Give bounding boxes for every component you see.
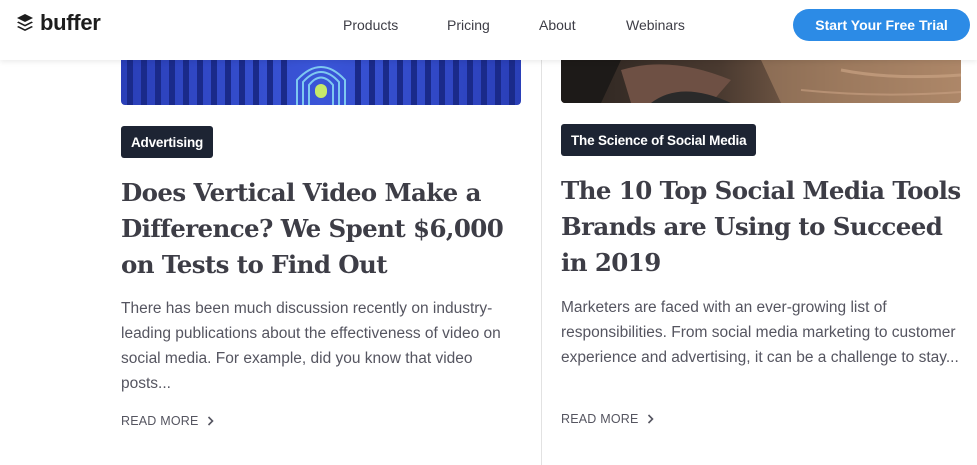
buffer-stack-icon xyxy=(17,14,33,31)
article-2-excerpt: Marketers are faced with an ever-growing… xyxy=(561,299,959,366)
nav-about[interactable]: About xyxy=(539,17,576,33)
read-more-label: READ MORE xyxy=(121,414,199,428)
start-free-trial-button[interactable]: Start Your Free Trial xyxy=(793,9,970,41)
article-2-thumbnail[interactable] xyxy=(561,60,961,103)
nav-products[interactable]: Products xyxy=(343,17,398,33)
read-more-label: READ MORE xyxy=(561,412,639,426)
chevron-right-icon xyxy=(207,416,214,426)
article-1-read-more-link[interactable]: READ MORE xyxy=(121,414,214,428)
buffer-logo[interactable]: buffer xyxy=(16,10,101,36)
logo-text: buffer xyxy=(40,10,101,35)
article-1-thumbnail[interactable] xyxy=(121,60,521,105)
article-1-title[interactable]: Does Vertical Video Make a Difference? W… xyxy=(121,175,531,283)
nav-pricing[interactable]: Pricing xyxy=(447,17,490,33)
article-1-excerpt: There has been much discussion recently … xyxy=(121,300,501,392)
chevron-right-icon xyxy=(647,414,654,424)
article-2-category-tag[interactable]: The Science of Social Media xyxy=(561,124,757,156)
article-2-read-more-link[interactable]: READ MORE xyxy=(561,412,654,426)
article-2-title[interactable]: The 10 Top Social Media Tools Brands are… xyxy=(561,173,966,281)
column-divider xyxy=(541,60,542,465)
article-1-category-tag[interactable]: Advertising xyxy=(121,126,214,158)
nav-webinars[interactable]: Webinars xyxy=(626,17,685,33)
top-navigation: buffer Products Pricing About Webinars S… xyxy=(0,0,977,60)
